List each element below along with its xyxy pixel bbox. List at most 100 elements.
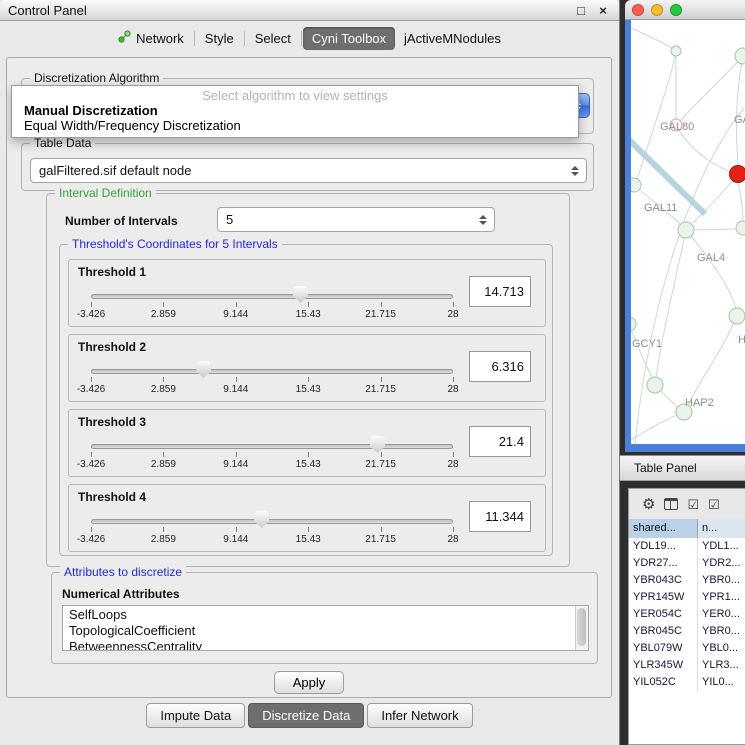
tab-network[interactable]: Network	[109, 26, 193, 50]
slider-track[interactable]	[91, 294, 453, 299]
tab-impute-data[interactable]: Impute Data	[146, 703, 245, 728]
network-node[interactable]	[631, 178, 641, 192]
table-cell[interactable]: YBL0...	[698, 640, 745, 657]
column-header-name[interactable]: n...	[698, 519, 745, 538]
apply-button[interactable]: Apply	[274, 671, 344, 694]
select-all-icon[interactable]: ☑	[687, 498, 699, 511]
column-header-shared-name[interactable]: shared...	[629, 519, 698, 538]
dropdown-option-manual-discretization[interactable]: Manual Discretization	[12, 103, 578, 118]
node-label: GCY1	[632, 338, 662, 350]
table-row[interactable]: YBR045CYBR0...	[629, 623, 745, 640]
table-cell[interactable]: YLR3...	[698, 657, 745, 674]
threshold-value-field[interactable]: 6.316	[469, 351, 531, 382]
number-of-intervals-select[interactable]: 5	[217, 207, 495, 232]
attribute-item[interactable]: TopologicalCoefficient	[63, 623, 574, 639]
network-node[interactable]	[729, 308, 745, 324]
attribute-item[interactable]: BetweennessCentrality	[63, 639, 574, 651]
table-cell[interactable]: YLR345W	[629, 657, 698, 674]
network-node[interactable]	[736, 221, 745, 235]
threshold-value-field[interactable]: 11.344	[469, 501, 531, 532]
attribute-item[interactable]: SelfLoops	[63, 607, 574, 623]
table-cell[interactable]: YDL19...	[629, 538, 698, 555]
network-node[interactable]	[631, 317, 636, 331]
slider-track[interactable]	[91, 444, 453, 449]
table-row[interactable]: YER054CYER0...	[629, 606, 745, 623]
network-node[interactable]	[671, 46, 681, 56]
threshold-slider[interactable]: -3.4262.8599.14415.4321.71528	[91, 286, 453, 322]
tick-label: 2.859	[151, 459, 176, 470]
network-node[interactable]	[678, 222, 694, 238]
table-row[interactable]: YDL19...YDL1...	[629, 538, 745, 555]
attribute-list-items: SelfLoopsTopologicalCoefficientBetweenne…	[63, 607, 574, 651]
threshold-slider[interactable]: -3.4262.8599.14415.4321.71528	[91, 511, 453, 547]
slider-thumb[interactable]	[254, 511, 269, 528]
tab-cyni-toolbox[interactable]: Cyni Toolbox	[303, 27, 395, 50]
threshold-slider[interactable]: -3.4262.8599.14415.4321.71528	[91, 361, 453, 397]
float-window-icon[interactable]: □	[573, 3, 589, 18]
deselect-all-icon[interactable]: ☑	[708, 498, 720, 511]
scrollbar-thumb[interactable]	[577, 608, 586, 646]
control-panel-titlebar[interactable]: Control Panel □ ×	[0, 0, 619, 21]
close-window-icon[interactable]: ×	[595, 3, 611, 18]
table-row[interactable]: YBR043CYBR0...	[629, 572, 745, 589]
tab-infer-network[interactable]: Infer Network	[367, 703, 472, 728]
table-row[interactable]: YDR27...YDR2...	[629, 555, 745, 572]
close-traffic-light-icon[interactable]	[632, 4, 644, 16]
table-cell[interactable]: YBR0...	[698, 623, 745, 640]
table-data-group: Table Data galFiltered.sif default node	[21, 143, 594, 191]
table-cell[interactable]: YBR045C	[629, 623, 698, 640]
table-cell[interactable]: YDR27...	[629, 555, 698, 572]
tick-label: 15.43	[296, 459, 321, 470]
dropdown-option-equal-width[interactable]: Equal Width/Frequency Discretization	[12, 118, 578, 133]
slider-track[interactable]	[91, 369, 453, 374]
table-cell[interactable]: YER054C	[629, 606, 698, 623]
tab-jactivemodules[interactable]: jActiveMNodules	[395, 27, 510, 50]
table-cell[interactable]: YIL0...	[698, 674, 745, 691]
table-cell[interactable]: YDR2...	[698, 555, 745, 572]
list-scrollbar[interactable]	[575, 606, 588, 650]
slider-track[interactable]	[91, 519, 453, 524]
table-cell[interactable]: YBL079W	[629, 640, 698, 657]
table-row[interactable]: YBL079WYBL0...	[629, 640, 745, 657]
minimize-traffic-light-icon[interactable]	[651, 4, 663, 16]
threshold-value-field[interactable]: 21.4	[469, 426, 531, 457]
threshold-label: Threshold 3	[78, 415, 146, 429]
network-graph[interactable]: GAL80 GA GAL11 GAL4 GCY1 HAP2 H	[631, 20, 745, 444]
table-cell[interactable]: YDL1...	[698, 538, 745, 555]
table-row[interactable]: YPR145WYPR1...	[629, 589, 745, 606]
threshold-value-field[interactable]: 14.713	[469, 276, 531, 307]
tab-select[interactable]: Select	[246, 27, 300, 50]
network-canvas[interactable]: GAL80 GA GAL11 GAL4 GCY1 HAP2 H	[631, 20, 745, 444]
tab-discretize-data[interactable]: Discretize Data	[248, 703, 364, 728]
settings-gear-icon[interactable]: ⚙	[642, 497, 655, 512]
table-data-select[interactable]: galFiltered.sif default node	[30, 158, 587, 183]
network-window-titlebar[interactable]	[625, 0, 745, 20]
table-row[interactable]: YIL052CYIL0...	[629, 674, 745, 691]
table-cell[interactable]: YPR1...	[698, 589, 745, 606]
numerical-attributes-label: Numerical Attributes	[62, 587, 180, 601]
threshold-slider[interactable]: -3.4262.8599.14415.4321.71528	[91, 436, 453, 472]
tab-style[interactable]: Style	[196, 27, 243, 50]
table-panel-titlebar[interactable]: Table Panel	[620, 455, 745, 481]
network-view-window[interactable]: GAL80 GA GAL11 GAL4 GCY1 HAP2 H	[625, 0, 745, 452]
group-title: Interval Definition	[55, 186, 156, 200]
zoom-traffic-light-icon[interactable]	[670, 4, 682, 16]
selected-network-node[interactable]	[730, 166, 745, 183]
combo-value: 5	[218, 212, 475, 227]
table-cell[interactable]: YBR043C	[629, 572, 698, 589]
slider-thumb[interactable]	[196, 361, 211, 378]
table-row[interactable]: YLR345WYLR3...	[629, 657, 745, 674]
table-cell[interactable]: YPR145W	[629, 589, 698, 606]
table-cell[interactable]: YBR0...	[698, 572, 745, 589]
tab-label: Network	[136, 31, 184, 46]
slider-thumb[interactable]	[293, 286, 308, 303]
column-visibility-icon[interactable]	[664, 498, 678, 510]
network-node[interactable]	[735, 48, 745, 64]
network-node[interactable]	[647, 377, 663, 393]
table-cell[interactable]: YIL052C	[629, 674, 698, 691]
tick-mark	[453, 302, 454, 307]
numerical-attributes-list[interactable]: SelfLoopsTopologicalCoefficientBetweenne…	[62, 605, 589, 651]
tick-label: 15.43	[296, 534, 321, 545]
table-cell[interactable]: YER0...	[698, 606, 745, 623]
slider-thumb[interactable]	[370, 436, 385, 453]
